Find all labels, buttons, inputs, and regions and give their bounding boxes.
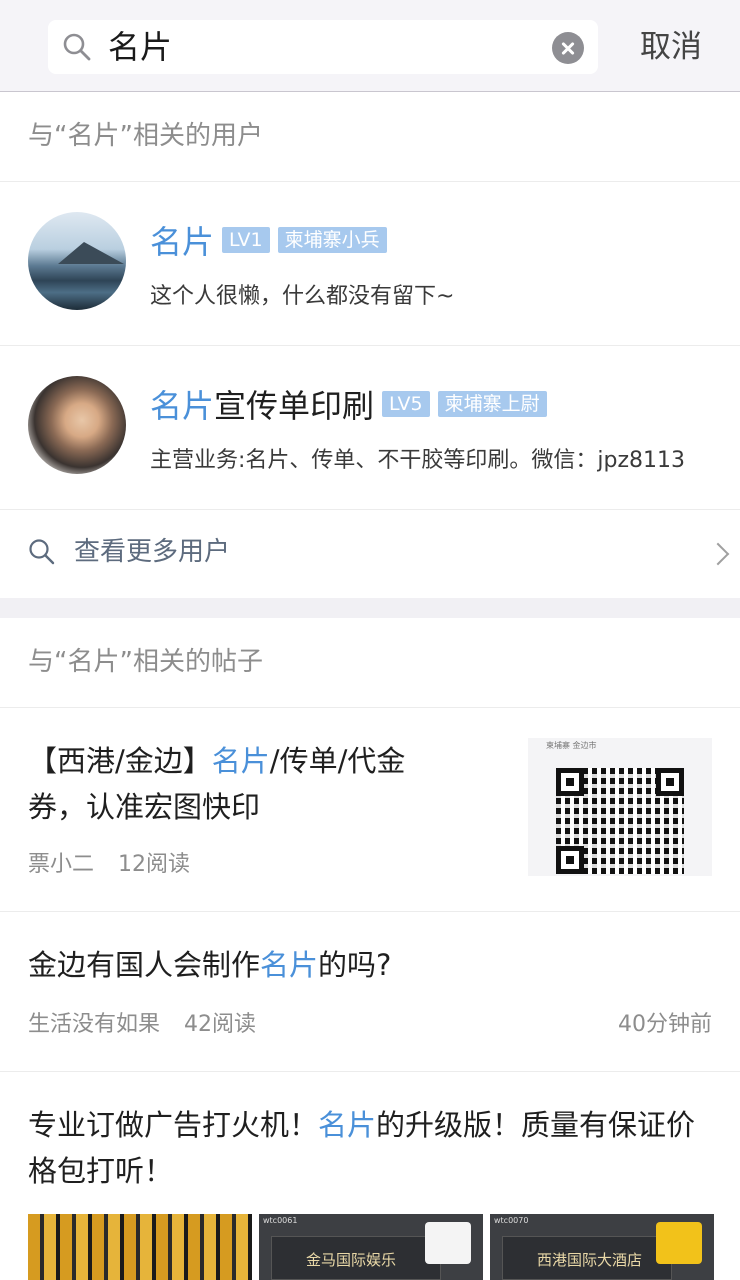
rank-badge: 柬埔寨小兵 [277,227,387,253]
search-box[interactable] [48,20,598,74]
search-bar: 取消 [0,0,740,92]
posts-section-title: 与“名片”相关的帖子 [28,647,263,677]
user-row[interactable]: 名片 LV1 柬埔寨小兵 这个人很懒，什么都没有留下~ [0,182,740,346]
post-reads: 12阅读 [118,852,191,877]
posts-section-heading: 与“名片”相关的帖子 [0,618,740,708]
users-section-heading: 与“名片”相关的用户 [0,92,740,182]
more-users-link[interactable]: 查看更多用户 [0,510,740,598]
post-item[interactable]: 【西港/金边】名片/传单/代金券，认准宏图快印 票小二 12阅读 柬埔寨 金边市 [0,708,740,912]
clear-search-icon[interactable] [552,32,584,64]
search-input[interactable] [108,26,528,68]
post-image[interactable]: wtc0070 西港国际大酒店 [490,1214,714,1280]
post-title: 【西港/金边】名片/传单/代金券，认准宏图快印 [28,744,406,824]
avatar[interactable] [28,212,126,310]
section-divider [0,598,740,618]
post-item[interactable]: 金边有国人会制作名片的吗? 生活没有如果 42阅读 40分钟前 [0,912,740,1072]
lighter-plate: 金马国际娱乐 [271,1236,441,1280]
post-image-strip: wtc0061 金马国际娱乐 wtc0070 西港国际大酒店 [28,1214,714,1280]
image-tag: wtc0061 [263,1216,298,1225]
level-badge: LV5 [382,391,430,417]
chevron-right-icon [706,542,730,566]
user-row[interactable]: 名片宣传单印刷 LV5 柬埔寨上尉 主营业务:名片、传单、不干胶等印刷。微信：jpz… [0,346,740,510]
user-name: 名片 LV1 柬埔寨小兵 [150,220,387,264]
post-title: 专业订做广告打火机！名片的升级版！质量有保证价格包打听！ [28,1108,696,1188]
cancel-button[interactable]: 取消 [640,24,702,70]
thumbnail-header: 柬埔寨 金边市 [546,741,597,750]
rank-badge: 柬埔寨上尉 [437,391,547,417]
qr-code-image [556,768,684,874]
more-users-label: 查看更多用户 [74,537,231,567]
avatar[interactable] [28,376,126,474]
post-image[interactable] [28,1214,252,1280]
lighter-cap [425,1222,471,1264]
lighter-cap [656,1222,702,1264]
lighter-plate: 西港国际大酒店 [502,1236,672,1280]
level-badge: LV1 [222,227,270,253]
user-bio: 这个人很懒，什么都没有留下~ [150,284,455,309]
search-icon [63,33,91,61]
post-author: 生活没有如果 [28,1012,161,1037]
post-image[interactable]: wtc0061 金马国际娱乐 [259,1214,483,1280]
post-author: 票小二 [28,852,95,877]
post-thumbnail[interactable]: 柬埔寨 金边市 [528,738,712,876]
post-time: 40分钟前 [618,1012,712,1037]
post-title: 金边有国人会制作名片的吗? [28,948,392,982]
post-meta: 生活没有如果 42阅读 [28,1010,256,1040]
user-name: 名片宣传单印刷 LV5 柬埔寨上尉 [150,384,547,428]
post-meta: 票小二 12阅读 [28,850,190,880]
search-icon [29,539,55,565]
image-tag: wtc0070 [494,1216,529,1225]
post-reads: 42阅读 [184,1012,257,1037]
users-section-title: 与“名片”相关的用户 [28,121,263,151]
user-bio: 主营业务:名片、传单、不干胶等印刷。微信：jpz8113 [150,448,686,473]
